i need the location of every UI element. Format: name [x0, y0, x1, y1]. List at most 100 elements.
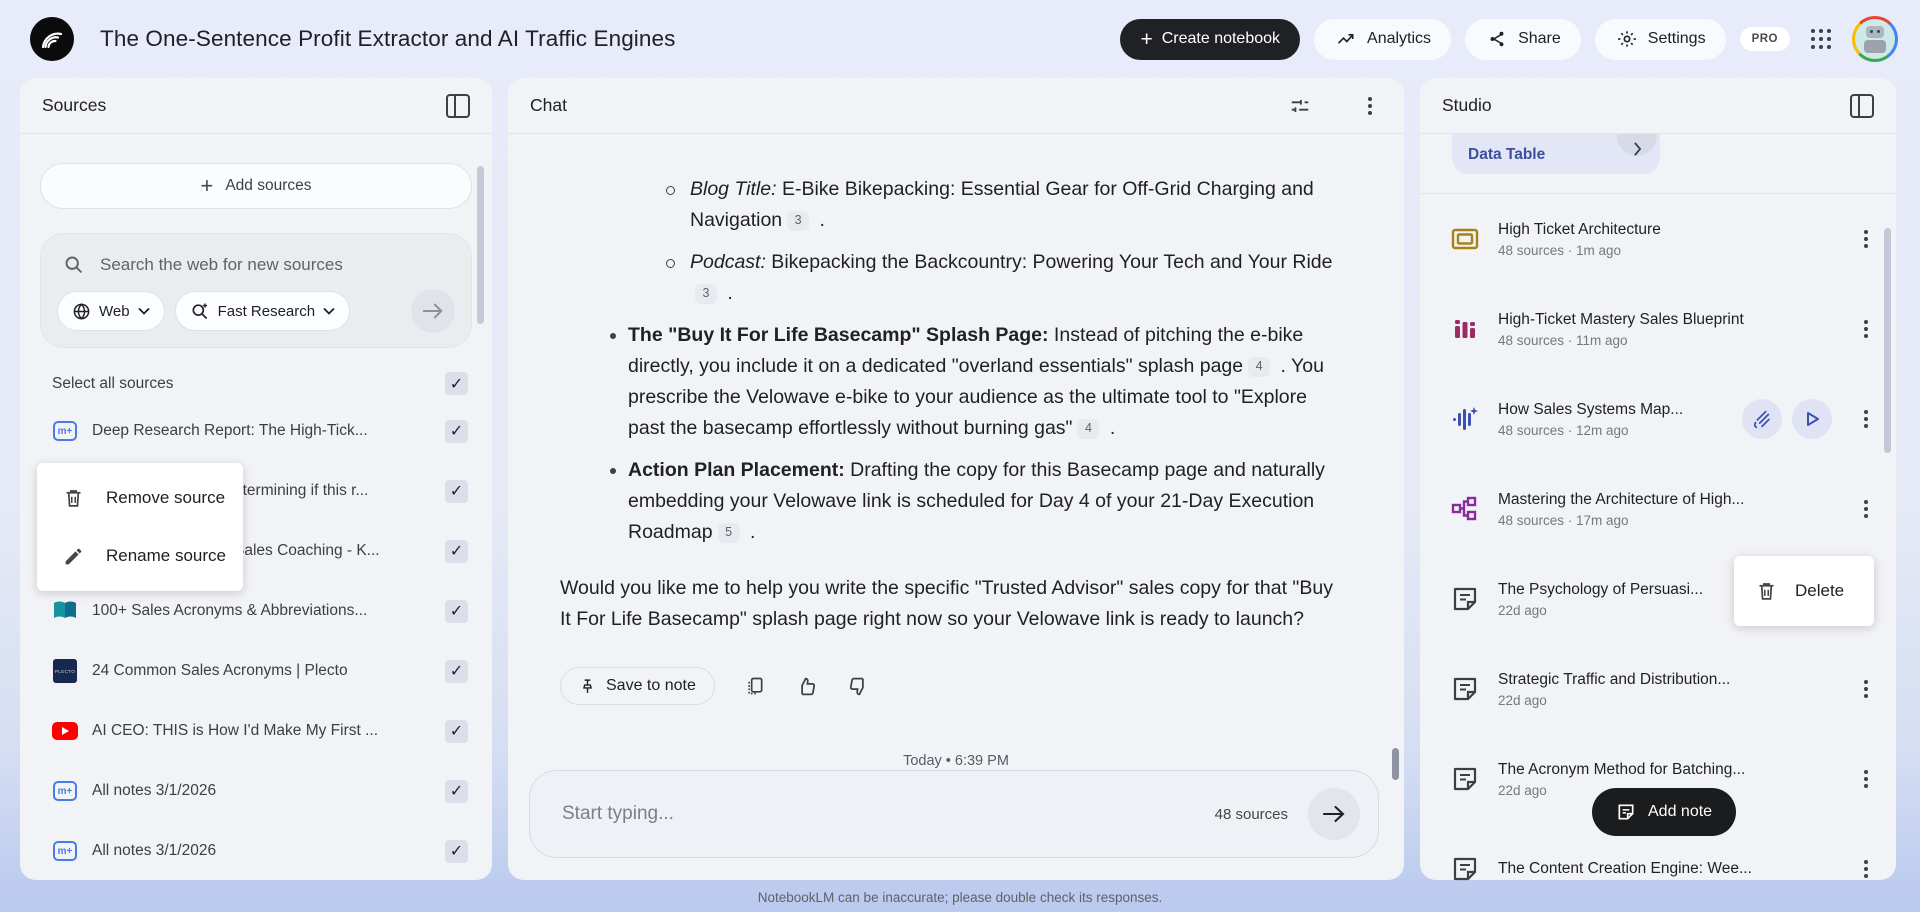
user-avatar[interactable] — [1852, 16, 1898, 62]
sources-panel: Sources + Add sources Search the web for… — [20, 78, 492, 880]
studio-item-more-icon[interactable] — [1854, 227, 1878, 251]
play-audio-button[interactable] — [1792, 399, 1832, 439]
chat-scrollbar[interactable] — [1392, 748, 1399, 780]
studio-item-meta: 22d ago — [1498, 602, 1547, 618]
source-title: AI CEO: THIS is How I'd Make My First ..… — [92, 722, 379, 739]
rename-source-menu-item[interactable]: Rename source — [37, 527, 243, 585]
chat-message-line: The "Buy It For Life Basecamp" Splash Pa… — [560, 320, 1344, 444]
pencil-icon — [63, 546, 84, 567]
citation-chip[interactable]: 5 — [717, 522, 740, 543]
gear-icon — [1615, 27, 1639, 51]
thumbs-down-icon[interactable] — [847, 674, 871, 698]
citation-chip[interactable]: 3 — [787, 210, 810, 231]
chat-message-line: Would you like me to help you write the … — [560, 577, 1333, 630]
source-title: Deep Research Report: The High-Tick... — [92, 422, 368, 439]
source-list-item[interactable]: m+ All notes 3/1/2026 ✓ — [20, 761, 492, 821]
citation-chip[interactable]: 4 — [1077, 418, 1100, 439]
studio-item-meta: 48 sources · 17m ago — [1498, 512, 1629, 528]
note-icon — [1453, 767, 1477, 791]
add-note-button[interactable]: Add note — [1592, 788, 1737, 836]
search-input[interactable]: Search the web for new sources — [57, 250, 455, 289]
notebook-doc-icon: m+ — [53, 781, 77, 801]
source-list-item[interactable]: AI CEO: THIS is How I'd Make My First ..… — [20, 701, 492, 761]
disclaimer-text: NotebookLM can be inaccurate; please dou… — [757, 890, 1163, 905]
add-sources-button[interactable]: + Add sources — [40, 163, 472, 209]
source-checkbox[interactable]: ✓ — [445, 839, 468, 863]
studio-scrollbar[interactable] — [1884, 228, 1891, 453]
note-icon — [1453, 587, 1477, 611]
sources-scrollbar[interactable] — [477, 166, 484, 324]
source-checkbox[interactable]: ✓ — [445, 599, 468, 623]
interactive-mode-button[interactable] — [1742, 399, 1782, 439]
search-placeholder: Search the web for new sources — [100, 254, 343, 274]
citation-chip[interactable]: 3 — [695, 283, 717, 304]
studio-item-more-icon[interactable] — [1854, 407, 1878, 431]
trash-icon — [1756, 580, 1777, 602]
studio-list-item[interactable]: Mastering the Architecture of High... 48 … — [1420, 464, 1896, 554]
studio-create-chip-row: Data Table — [1420, 134, 1896, 194]
chat-panel-title: Chat — [530, 95, 567, 115]
select-all-checkbox[interactable]: ✓ — [445, 372, 468, 395]
chat-message-line: Blog Title: E-Bike Bikepacking: Essentia… — [560, 174, 1344, 236]
thumbs-up-icon[interactable] — [795, 674, 819, 698]
collapse-studio-panel-icon[interactable] — [1850, 93, 1874, 118]
notebook-doc-icon: m+ — [53, 841, 77, 861]
source-checkbox[interactable]: ✓ — [445, 539, 468, 563]
studio-item-more-icon[interactable] — [1854, 677, 1878, 701]
studio-list-item[interactable]: High-Ticket Mastery Sales Blueprint 48 so… — [1420, 284, 1896, 374]
submit-search-button[interactable] — [411, 289, 455, 333]
chat-more-menu-icon[interactable] — [1358, 94, 1382, 118]
notebooklm-logo-icon[interactable] — [30, 17, 74, 61]
delete-menu-item[interactable]: Delete — [1734, 562, 1874, 620]
audio-overview-icon — [1453, 407, 1478, 430]
studio-list-item[interactable]: How Sales Systems Map... 48 sources · 12m… — [1420, 374, 1896, 464]
trending-up-icon — [1334, 27, 1358, 51]
research-search-sparkle-icon — [190, 301, 210, 321]
share-button[interactable]: Share — [1465, 18, 1581, 60]
studio-item-more-icon[interactable] — [1854, 857, 1878, 881]
trash-icon — [63, 487, 84, 509]
studio-item-meta: 48 sources · 1m ago — [1498, 242, 1622, 258]
save-to-note-button[interactable]: Save to note — [560, 667, 715, 705]
chat-message-line: Podcast: Bikepacking the Backcountry: Po… — [560, 247, 1344, 309]
studio-item-more-icon[interactable] — [1854, 767, 1878, 791]
studio-item-title: High Ticket Architecture — [1498, 220, 1661, 238]
google-apps-grid-icon[interactable] — [1810, 28, 1832, 50]
chat-input[interactable]: Start typing... 48 sources — [529, 770, 1379, 858]
notebook-doc-icon: m+ — [53, 421, 77, 441]
studio-item-meta: 48 sources · 11m ago — [1498, 332, 1628, 348]
studio-item-meta: 48 sources · 12m ago — [1498, 422, 1629, 438]
source-checkbox[interactable]: ✓ — [445, 719, 468, 743]
source-checkbox[interactable]: ✓ — [445, 659, 468, 683]
studio-panel-title: Studio — [1442, 95, 1492, 115]
copy-icon[interactable] — [743, 674, 767, 698]
studio-item-more-icon[interactable] — [1854, 497, 1878, 521]
source-checkbox[interactable]: ✓ — [445, 779, 468, 803]
source-list-item[interactable]: m+ All notes 3/1/2026 ✓ — [20, 821, 492, 881]
note-icon — [1453, 677, 1477, 701]
source-list-item[interactable]: m+ Deep Research Report: The High-Tick...… — [20, 401, 492, 461]
studio-list-item[interactable]: High Ticket Architecture 48 sources · 1m … — [1420, 194, 1896, 284]
source-checkbox[interactable]: ✓ — [445, 479, 468, 503]
studio-item-title: The Psychology of Persuasi... — [1498, 580, 1704, 598]
frame-report-icon — [1451, 228, 1479, 250]
send-message-button[interactable] — [1308, 788, 1360, 840]
citation-chip[interactable]: 4 — [1248, 356, 1271, 377]
source-checkbox[interactable]: ✓ — [445, 419, 468, 443]
studio-item-meta: 22d ago — [1498, 692, 1547, 708]
chat-settings-sliders-icon[interactable] — [1288, 94, 1312, 118]
studio-list-item[interactable]: Strategic Traffic and Distribution... 22d… — [1420, 644, 1896, 734]
studio-item-more-icon[interactable] — [1854, 317, 1878, 341]
notebook-title[interactable]: The One-Sentence Profit Extractor and AI… — [100, 26, 675, 52]
share-icon — [1485, 27, 1509, 51]
remove-source-menu-item[interactable]: Remove source — [37, 469, 243, 527]
fast-research-dropdown[interactable]: Fast Research — [174, 291, 351, 331]
analytics-button[interactable]: Analytics — [1314, 18, 1452, 60]
collapse-sources-panel-icon[interactable] — [446, 93, 470, 118]
create-notebook-button[interactable]: + Create notebook — [1120, 18, 1301, 60]
web-filter-dropdown[interactable]: Web — [57, 291, 165, 331]
source-list-item[interactable]: PLECTO 24 Common Sales Acronyms | Plecto ✓ — [20, 641, 492, 701]
source-context-menu: Remove source Rename source — [37, 463, 243, 591]
chevron-down-icon — [323, 307, 335, 315]
settings-button[interactable]: Settings — [1594, 18, 1726, 60]
